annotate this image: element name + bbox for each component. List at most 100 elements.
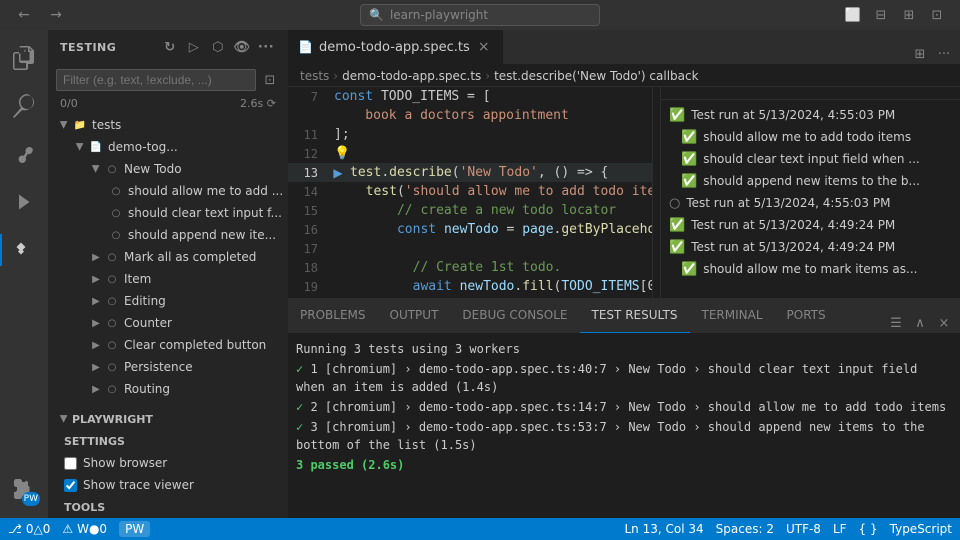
git-status-text: 0△0: [26, 522, 51, 536]
tree-item-new-todo[interactable]: ▶ ○ New Todo ▷ ⬡ 👁 ···: [48, 158, 288, 180]
test-duration: 2.6s ⟳: [240, 97, 276, 110]
show-browser-checkbox[interactable]: [64, 457, 77, 470]
run-item-0[interactable]: ✅ Test run at 5/13/2024, 4:55:03 PM: [661, 104, 960, 126]
activity-testing[interactable]: [0, 226, 48, 274]
encoding-setting[interactable]: UTF-8: [786, 522, 821, 536]
panel-menu-icon[interactable]: ☰: [886, 313, 906, 333]
cursor-position[interactable]: Ln 13, Col 34: [624, 522, 703, 536]
search-bar[interactable]: 🔍 learn-playwright: [360, 4, 600, 26]
tree-item-demo[interactable]: ▶ 📄 demo-tog... ▷ ⬡ 👁 ···: [48, 136, 288, 158]
run-item-7[interactable]: ✅ should allow me to mark items as...: [661, 258, 960, 280]
spaces-setting[interactable]: Spaces: 2: [716, 522, 774, 536]
tab-terminal[interactable]: TERMINAL: [690, 299, 775, 333]
activity-run[interactable]: [0, 178, 48, 226]
tree-item-clear-completed[interactable]: ▶ ○ Clear completed button: [48, 334, 288, 356]
expand-arrow-demo: ▶: [72, 139, 88, 155]
tab-demo-todo[interactable]: 📄 demo-todo-app.spec.ts ×: [288, 30, 503, 64]
tree-label-persistence: Persistence: [124, 360, 193, 374]
show-browser-item[interactable]: Show browser: [48, 452, 288, 474]
tree-item-should-append[interactable]: ○ should append new ite...: [48, 224, 288, 246]
tree-item-editing[interactable]: ▶ ○ Editing: [48, 290, 288, 312]
tab-problems[interactable]: PROBLEMS: [288, 299, 378, 333]
tree-item-persistence[interactable]: ▶ ○ Persistence: [48, 356, 288, 378]
tab-test-results[interactable]: TEST RESULTS: [580, 299, 690, 333]
status-git[interactable]: ⎇ 0△0: [8, 522, 50, 536]
run-check-icon-3: ✅: [681, 174, 697, 189]
layout-btn-1[interactable]: ⬜: [842, 4, 864, 26]
tab-close-button[interactable]: ×: [476, 39, 492, 55]
debug-icon[interactable]: ⬡: [208, 38, 228, 58]
panel-tab-icons: ☰ ∧ ×: [880, 313, 960, 333]
check-icon-1: ✓: [296, 362, 310, 376]
status-warnings[interactable]: ⚠ W●0: [62, 522, 107, 536]
split-editor-btn[interactable]: ⊞: [910, 44, 930, 64]
line-content-19: await newTodo.fill(TODO_ITEMS[0]); — 25m…: [346, 279, 652, 294]
panel-bottom: PROBLEMS OUTPUT DEBUG CONSOLE TEST RESUL…: [288, 298, 960, 518]
playwright-badge[interactable]: PW: [119, 521, 150, 537]
panel-up-icon[interactable]: ∧: [910, 313, 930, 333]
tab-ports[interactable]: PORTS: [775, 299, 838, 333]
tree-item-counter[interactable]: ▶ ○ Counter: [48, 312, 288, 334]
filter-input[interactable]: [56, 69, 256, 91]
show-trace-checkbox[interactable]: [64, 479, 77, 492]
run-item-2[interactable]: ✅ should clear text input field when ...: [661, 148, 960, 170]
run-item-text-4: Test run at 5/13/2024, 4:55:03 PM: [686, 196, 890, 210]
code-line-7: 7 const TODO_ITEMS = [: [288, 87, 652, 106]
layout-btn-3[interactable]: ⊞: [898, 4, 920, 26]
code-line-17: 17: [288, 239, 652, 258]
run-check-icon-7: ✅: [681, 262, 697, 277]
code-content: 7 const TODO_ITEMS = [ book a doctors ap…: [288, 87, 652, 298]
tab-debug-console[interactable]: DEBUG CONSOLE: [450, 299, 579, 333]
breadcrumb-sep-1: ›: [333, 69, 338, 83]
tools-label: TOOLS: [64, 501, 105, 514]
suite-icon-routing: ○: [104, 381, 120, 397]
expand-arrow-counter: ▶: [88, 315, 104, 331]
code-editor[interactable]: 7 const TODO_ITEMS = [ book a doctors ap…: [288, 87, 652, 298]
tree-item-mark-all[interactable]: ▶ ○ Mark all as completed: [48, 246, 288, 268]
line-content-16: const newTodo = page.getByPlaceholder('W…: [346, 222, 652, 237]
tab-split-buttons: ⊞ ···: [904, 44, 960, 64]
tree-item-tests[interactable]: ▶ 📁 tests: [48, 114, 288, 136]
tree-label-should-append: should append new ite...: [128, 228, 276, 242]
show-trace-item[interactable]: Show trace viewer: [48, 474, 288, 496]
filter-icon[interactable]: ⊡: [260, 70, 280, 90]
activity-source-control[interactable]: [0, 130, 48, 178]
back-button[interactable]: ←: [12, 3, 36, 27]
tree-item-should-clear[interactable]: ○ should clear text input f...: [48, 202, 288, 224]
run-item-text-3: should append new items to the b...: [703, 174, 920, 188]
layout-btn-2[interactable]: ⊟: [870, 4, 892, 26]
code-line-19: 19 await newTodo.fill(TODO_ITEMS[0]); — …: [288, 277, 652, 296]
playwright-section-header[interactable]: ▶ PLAYWRIGHT: [48, 408, 288, 430]
activity-explorer[interactable]: [0, 34, 48, 82]
tree-item-routing[interactable]: ▶ ○ Routing: [48, 378, 288, 400]
line-endings-setting[interactable]: LF: [833, 522, 847, 536]
tab-output[interactable]: OUTPUT: [378, 299, 451, 333]
run-item-5[interactable]: ✅ Test run at 5/13/2024, 4:49:24 PM: [661, 214, 960, 236]
more-editor-btn[interactable]: ···: [934, 44, 954, 64]
folder-icon-demo: 📄: [88, 139, 104, 155]
format-setting[interactable]: { }: [859, 522, 878, 536]
run-item-1[interactable]: ✅ should allow me to add todo items: [661, 126, 960, 148]
more-icon[interactable]: ···: [256, 38, 276, 58]
run-item-3[interactable]: ✅ should append new items to the b...: [661, 170, 960, 192]
panel-close-icon[interactable]: ×: [934, 313, 954, 333]
tree-item-should-allow[interactable]: ○ should allow me to add ...: [48, 180, 288, 202]
watch-icon[interactable]: 👁: [232, 38, 252, 58]
activity-search[interactable]: [0, 82, 48, 130]
settings-section-header[interactable]: SETTINGS: [48, 430, 288, 452]
tree-label-item: Item: [124, 272, 151, 286]
run-all-icon[interactable]: ▷: [184, 38, 204, 58]
suite-icon-persistence: ○: [104, 359, 120, 375]
language-setting[interactable]: TypeScript: [890, 522, 952, 536]
tree-item-item[interactable]: ▶ ○ Item: [48, 268, 288, 290]
run-item-4[interactable]: ○ Test run at 5/13/2024, 4:55:03 PM: [661, 192, 960, 214]
refresh-icon[interactable]: ↻: [160, 38, 180, 58]
run-item-6[interactable]: ✅ Test run at 5/13/2024, 4:49:24 PM: [661, 236, 960, 258]
expand-arrow-clear: ▶: [88, 337, 104, 353]
status-bar: ⎇ 0△0 ⚠ W●0 PW Ln 13, Col 34 Spaces: 2 U…: [0, 518, 960, 540]
forward-button[interactable]: →: [44, 3, 68, 27]
layout-btn-4[interactable]: ⊡: [926, 4, 948, 26]
tools-section-header[interactable]: TOOLS: [48, 496, 288, 518]
suite-icon-mark-all: ○: [104, 249, 120, 265]
activity-extensions[interactable]: PW: [0, 466, 48, 514]
